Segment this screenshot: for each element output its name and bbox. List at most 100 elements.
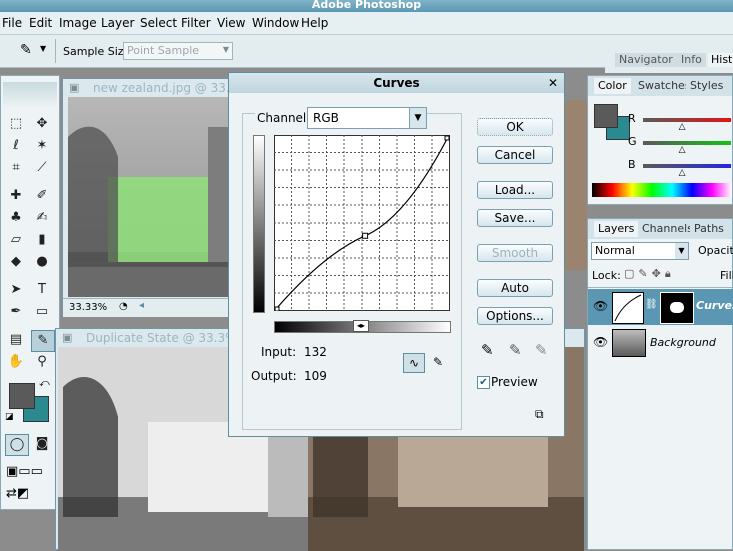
curves-dialog: Curves ✕ Channel: RGB ▼ ◂▸ Input: 132 Ou: [228, 72, 565, 437]
zoom-tool-icon[interactable]: ⚲: [31, 352, 53, 372]
hand-tool-icon[interactable]: ✋: [5, 352, 27, 372]
dodge-tool-icon[interactable]: ●: [31, 252, 53, 272]
close-icon[interactable]: ✕: [548, 76, 558, 90]
tab-navigator[interactable]: Navigator: [615, 53, 677, 67]
blur-tool-icon[interactable]: ◆: [5, 252, 27, 272]
gradient-tool-icon[interactable]: ▮: [31, 230, 53, 250]
curve-tool-icon[interactable]: ∿: [403, 353, 425, 373]
zoom-level[interactable]: 33.33%: [69, 302, 107, 313]
expand-dialog-icon[interactable]: ⧉: [535, 407, 544, 422]
gradient-toggle-icon[interactable]: ◂▸: [353, 320, 369, 332]
screen-mode-icons[interactable]: ▣▭▭: [6, 464, 43, 479]
path-selection-icon[interactable]: ➤: [5, 280, 27, 300]
slider-g-label: G: [628, 135, 637, 148]
default-colors-icon[interactable]: ◪: [5, 412, 14, 422]
save-button[interactable]: Save...: [477, 209, 553, 227]
notes-tool-icon[interactable]: ▤: [5, 330, 27, 350]
clone-stamp-icon[interactable]: ♣: [5, 208, 27, 228]
smooth-button[interactable]: Smooth: [477, 244, 553, 262]
pencil-tool-icon[interactable]: ✎: [428, 353, 448, 371]
brush-tool-icon[interactable]: ✐: [31, 186, 53, 206]
move-tool-icon[interactable]: ✥: [31, 114, 53, 134]
slider-r-track[interactable]: [643, 118, 731, 122]
eye-icon[interactable]: 👁︎: [593, 335, 608, 349]
scroll-left-icon[interactable]: ◂: [139, 300, 144, 311]
jump-to-imageready-icon[interactable]: ⇄◩: [6, 486, 29, 501]
sample-size-select[interactable]: Point Sample ▼: [123, 42, 233, 60]
standard-mode-icon[interactable]: ◯: [5, 434, 29, 456]
menu-file[interactable]: File: [2, 16, 22, 30]
output-gradient-bar: [253, 135, 265, 313]
channel-select[interactable]: RGB ▼: [307, 107, 427, 129]
slider-g-thumb[interactable]: △: [679, 145, 686, 155]
tab-layers[interactable]: Layers: [594, 221, 639, 237]
curves-title-bar: Curves: [229, 73, 564, 93]
type-tool-icon[interactable]: T: [31, 280, 53, 300]
menu-edit[interactable]: Edit: [29, 16, 52, 30]
eyedropper-icon[interactable]: ✎: [20, 42, 32, 58]
quick-mask-icon[interactable]: ◙: [31, 434, 53, 454]
channel-value: RGB: [313, 111, 339, 125]
menu-window[interactable]: Window: [252, 16, 299, 30]
chevron-down-icon: ▼: [222, 45, 229, 54]
document-icon: ▣: [62, 331, 73, 344]
history-brush-icon[interactable]: ✍: [31, 208, 53, 228]
opacity-label: Opacity: [698, 244, 733, 257]
layer-row-background[interactable]: 👁︎ Background: [588, 326, 733, 360]
gray-eyedropper-icon[interactable]: ✎: [509, 341, 522, 359]
layer-row-curves[interactable]: 👁︎ ⛓ Curves: [588, 289, 733, 325]
blend-mode-select[interactable]: Normal ▼: [591, 242, 689, 260]
tab-info[interactable]: Info: [677, 53, 706, 67]
document-window-new-zealand[interactable]: new zealand.jpg @ 33.3 ▣ 33.33% ◔ ◂: [62, 78, 233, 317]
fill-label: Fill: [720, 269, 733, 282]
slider-r-thumb[interactable]: △: [679, 122, 686, 132]
chevron-down-icon[interactable]: ▼: [40, 44, 46, 53]
load-button[interactable]: Load...: [477, 181, 553, 199]
slider-b-track[interactable]: [643, 164, 731, 168]
tab-paths[interactable]: Paths: [690, 221, 728, 237]
preview-checkbox[interactable]: ✔: [477, 376, 490, 389]
lasso-tool-icon[interactable]: ℓ: [5, 136, 27, 156]
tab-histogram[interactable]: Histo: [708, 53, 733, 67]
ok-button[interactable]: OK: [477, 118, 553, 136]
foreground-color-swatch[interactable]: [594, 104, 618, 128]
auto-button[interactable]: Auto: [477, 279, 553, 297]
shape-tool-icon[interactable]: ▭: [31, 302, 53, 322]
tab-color[interactable]: Color: [594, 78, 631, 94]
color-ramp[interactable]: [592, 183, 732, 197]
pen-tool-icon[interactable]: ✒: [5, 302, 27, 322]
menu-image[interactable]: Image: [59, 16, 97, 30]
magic-wand-icon[interactable]: ✶: [31, 136, 53, 156]
crop-tool-icon[interactable]: ⌗: [5, 158, 27, 178]
slice-tool-icon[interactable]: ⟋: [31, 158, 53, 178]
healing-brush-icon[interactable]: ✚: [5, 186, 27, 206]
menu-filter[interactable]: Filter: [181, 16, 211, 30]
eye-icon[interactable]: 👁︎: [593, 299, 608, 313]
chain-icon[interactable]: ⛓: [645, 299, 658, 310]
foreground-color-swatch-front[interactable]: [9, 383, 35, 409]
document-icon: ▣: [69, 81, 80, 94]
slider-g-track[interactable]: [643, 141, 731, 145]
eraser-tool-icon[interactable]: ▱: [5, 230, 27, 250]
white-eyedropper-icon[interactable]: ✎: [535, 341, 548, 359]
marquee-tool-icon[interactable]: ⬚: [5, 114, 27, 134]
options-button[interactable]: Options...: [477, 307, 553, 325]
tab-styles[interactable]: Styles: [686, 78, 728, 94]
swap-colors-icon[interactable]: ⤺: [39, 378, 50, 389]
menu-view[interactable]: View: [217, 16, 245, 30]
menu-layer[interactable]: Layer: [101, 16, 134, 30]
menu-bar: File Edit Image Layer Select Filter View…: [0, 12, 733, 35]
chevron-down-icon[interactable]: ▼: [409, 108, 426, 128]
color-panel: Color Swatches Styles R △ G △ B △: [587, 75, 733, 205]
slider-b-thumb[interactable]: △: [679, 168, 686, 178]
menu-select[interactable]: Select: [140, 16, 177, 30]
status-info-icon[interactable]: ◔: [119, 301, 128, 312]
cancel-button[interactable]: Cancel: [477, 146, 553, 164]
curve-graph[interactable]: [274, 135, 450, 311]
eyedropper-tool-icon[interactable]: ✎: [31, 330, 55, 352]
curve-point-mid: [362, 232, 369, 239]
black-eyedropper-icon[interactable]: ✎: [481, 341, 494, 359]
tab-channels[interactable]: Channels: [638, 221, 697, 237]
lock-icons[interactable]: ▢✎✥🔒︎: [624, 267, 675, 281]
menu-help[interactable]: Help: [301, 16, 328, 30]
